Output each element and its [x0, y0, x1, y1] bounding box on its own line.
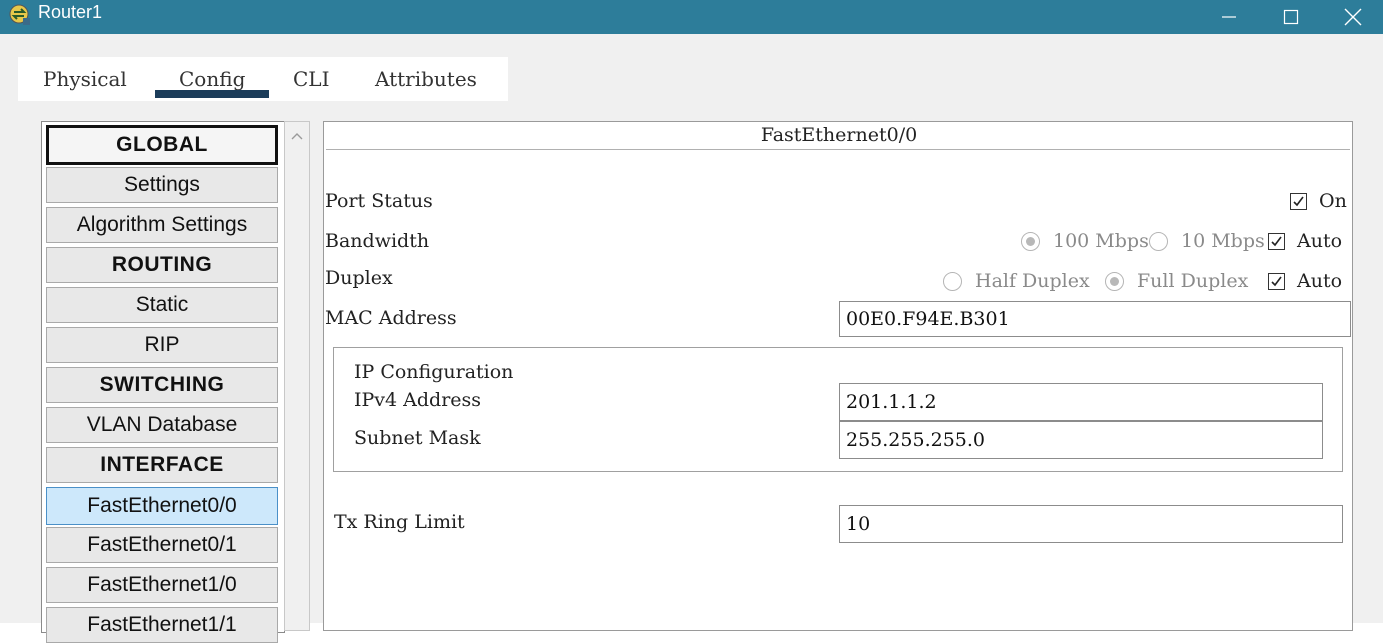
tab-config[interactable]: Config [179, 67, 245, 91]
close-icon [1344, 8, 1362, 26]
bandwidth-100mbps-label: 100 Mbps [1053, 230, 1149, 252]
ipv4-address-input[interactable]: 201.1.1.2 [839, 383, 1323, 421]
bandwidth-100mbps-radio[interactable] [1021, 232, 1040, 251]
radio-selected-dot [1110, 277, 1119, 286]
tab-cli[interactable]: CLI [293, 67, 329, 91]
maximize-icon [1283, 9, 1299, 25]
duplex-auto-label: Auto [1297, 270, 1343, 292]
sidebar-header-global[interactable]: GLOBAL [46, 125, 278, 165]
sidebar-header-switching[interactable]: SWITCHING [46, 367, 278, 403]
bandwidth-auto-checkbox[interactable] [1268, 233, 1285, 250]
tx-ring-limit-label: Tx Ring Limit [334, 511, 465, 533]
duplex-half-label: Half Duplex [975, 270, 1090, 292]
ipv4-address-label: IPv4 Address [354, 389, 482, 411]
duplex-auto-checkbox[interactable] [1268, 273, 1285, 290]
sidebar-scrollbar[interactable] [284, 121, 310, 631]
router-app-icon [8, 3, 32, 27]
panel-divider [326, 149, 1350, 150]
radio-selected-dot [1026, 237, 1035, 246]
mac-address-label: MAC Address [325, 307, 457, 329]
sidebar-item-settings[interactable]: Settings [46, 167, 278, 203]
sidebar-header-interface[interactable]: INTERFACE [46, 447, 278, 483]
duplex-full-label: Full Duplex [1137, 270, 1249, 292]
close-button[interactable] [1323, 0, 1383, 34]
bandwidth-10mbps-label: 10 Mbps [1181, 230, 1265, 252]
checkmark-icon [1271, 276, 1282, 287]
subnet-mask-label: Subnet Mask [354, 427, 481, 449]
tab-physical[interactable]: Physical [43, 67, 127, 91]
maximize-button[interactable] [1261, 0, 1321, 34]
checkmark-icon [1271, 236, 1282, 247]
sidebar-item-algorithm-settings[interactable]: Algorithm Settings [46, 207, 278, 243]
checkmark-icon [1293, 196, 1304, 207]
window-title: Router1 [38, 2, 103, 22]
sidebar-item-fastethernet0-1[interactable]: FastEthernet0/1 [46, 527, 278, 563]
duplex-label: Duplex [325, 267, 393, 289]
port-on-checkbox[interactable] [1290, 193, 1307, 210]
mac-address-input[interactable]: 00E0.F94E.B301 [839, 301, 1351, 337]
chevron-up-icon[interactable] [291, 132, 303, 140]
sidebar-item-fastethernet1-1[interactable]: FastEthernet1/1 [46, 607, 278, 643]
window-titlebar[interactable]: Router1 [0, 0, 1383, 34]
tab-attributes[interactable]: Attributes [375, 67, 477, 91]
duplex-half-radio[interactable] [943, 272, 962, 291]
sidebar-item-vlan-database[interactable]: VLAN Database [46, 407, 278, 443]
config-sidebar: GLOBAL Settings Algorithm Settings ROUTI… [41, 121, 285, 643]
ip-configuration-title: IP Configuration [354, 361, 514, 383]
tx-ring-limit-input[interactable]: 10 [839, 505, 1343, 543]
bandwidth-10mbps-radio[interactable] [1149, 232, 1168, 251]
minimize-icon [1222, 16, 1236, 18]
port-status-label: Port Status [325, 190, 433, 212]
sidebar-item-fastethernet1-0[interactable]: FastEthernet1/0 [46, 567, 278, 603]
active-tab-indicator [155, 90, 269, 98]
bandwidth-auto-label: Auto [1297, 230, 1343, 252]
port-on-label: On [1319, 190, 1347, 212]
subnet-mask-input[interactable]: 255.255.255.0 [839, 421, 1323, 459]
sidebar-item-static[interactable]: Static [46, 287, 278, 323]
sidebar-item-rip[interactable]: RIP [46, 327, 278, 363]
duplex-full-radio[interactable] [1105, 272, 1124, 291]
panel-title: FastEthernet0/0 [760, 124, 918, 146]
bandwidth-label: Bandwidth [325, 230, 430, 252]
sidebar-item-fastethernet0-0[interactable]: FastEthernet0/0 [46, 487, 278, 525]
minimize-button[interactable] [1199, 0, 1259, 34]
sidebar-header-routing[interactable]: ROUTING [46, 247, 278, 283]
